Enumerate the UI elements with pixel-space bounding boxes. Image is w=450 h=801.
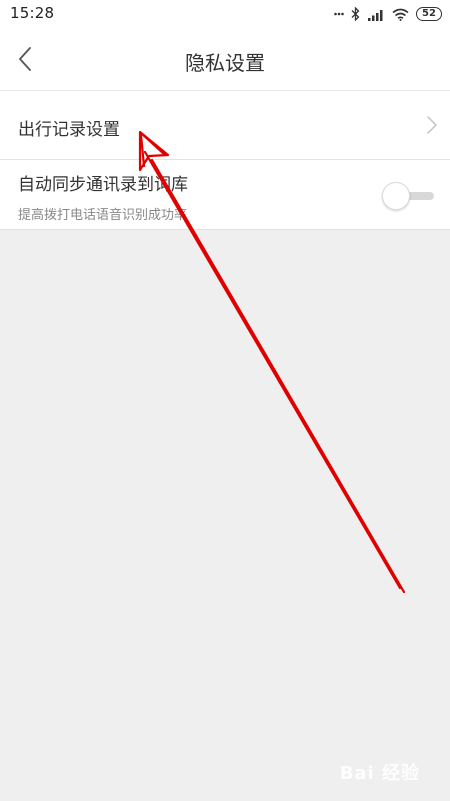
nav-bar: 隐私设置 <box>0 28 450 91</box>
travel-record-settings-row[interactable]: 出行记录设置 <box>0 91 450 160</box>
chevron-right-icon <box>427 116 437 134</box>
toggle-knob <box>382 182 410 210</box>
baidu-watermark: Bai 经验 <box>339 763 420 784</box>
sync-contacts-row: 自动同步通讯录到词库 提高拨打电话语音识别成功率 <box>0 160 450 230</box>
status-time: 15:28 <box>10 4 55 22</box>
battery-icon: 52 <box>416 7 442 21</box>
sync-contacts-label: 自动同步通讯录到词库 <box>18 175 188 195</box>
dots-icon <box>334 12 344 16</box>
signal-icon <box>368 9 383 21</box>
sync-contacts-description: 提高拨打电话语音识别成功率 <box>18 208 188 223</box>
bluetooth-icon <box>351 7 360 21</box>
wifi-icon <box>392 8 409 21</box>
travel-record-label: 出行记录设置 <box>18 120 120 140</box>
page-title: 隐私设置 <box>185 51 265 75</box>
sync-contacts-toggle[interactable] <box>382 182 434 210</box>
status-icons: 52 <box>334 5 442 23</box>
status-bar: 15:28 52 <box>0 0 450 28</box>
